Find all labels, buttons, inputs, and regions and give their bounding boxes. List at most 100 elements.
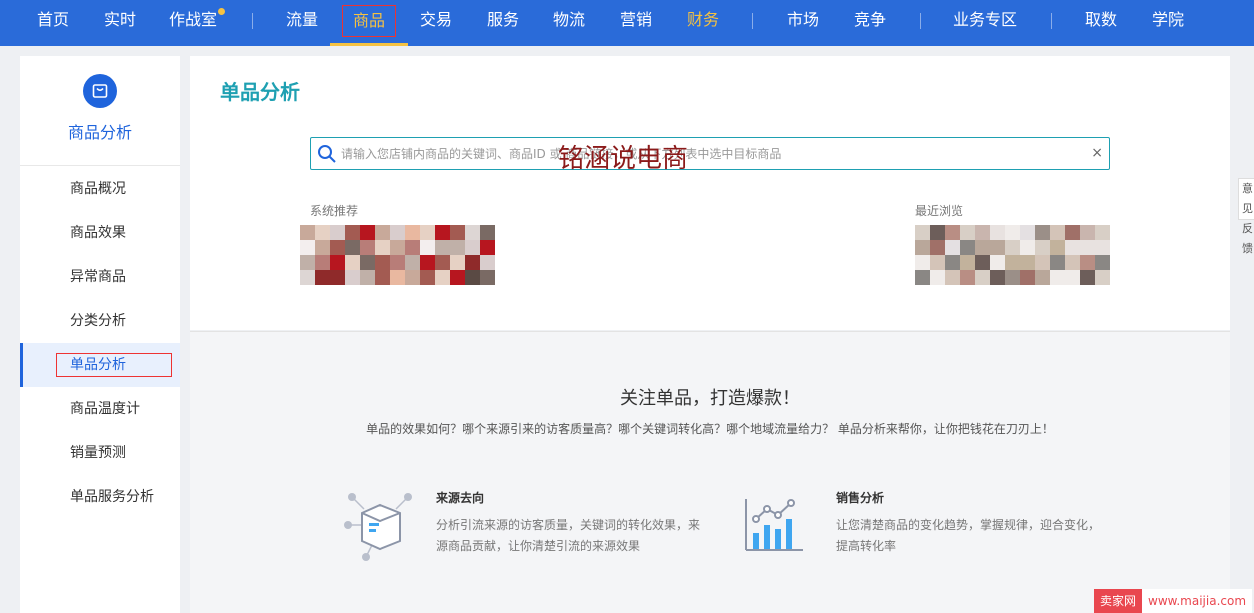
thumbnail-pixel [300, 225, 315, 240]
nav-business-zone[interactable]: 业务专区 [953, 0, 1017, 46]
sidebar-item-product-thermometer[interactable]: 商品温度计 [20, 387, 180, 431]
thumbnail-pixel [300, 255, 315, 270]
thumbnail-pixel [1005, 270, 1020, 285]
thumbnail-pixel [1065, 255, 1080, 270]
nav-divider [252, 13, 253, 29]
thumbnail-pixel [1005, 225, 1020, 240]
thumbnail-pixel [435, 255, 450, 270]
thumbnail-pixel [480, 255, 495, 270]
nav-finance[interactable]: 财务 [687, 0, 719, 46]
sidebar-divider [20, 165, 180, 166]
sidebar-item-sales-forecast[interactable]: 销量预测 [20, 431, 180, 475]
thumbnail-pixel [405, 270, 420, 285]
promo-title: 关注单品，打造爆款！ [620, 388, 800, 409]
thumbnail-pixel [975, 240, 990, 255]
nav-logistics[interactable]: 物流 [553, 0, 585, 46]
search-input[interactable] [341, 138, 1081, 169]
feature-source: 来源去向 分析引流来源的访客质量，关键词的转化效果，来源商品贡献，让你清楚引流的… [436, 489, 706, 557]
feature-sales-desc: 让您清楚商品的变化趋势，掌握规律，迎合变化，提高转化率 [836, 518, 1101, 553]
thumbnail-pixel [915, 240, 930, 255]
thumbnail-pixel [315, 270, 330, 285]
sidebar-item-product-overview[interactable]: 商品概况 [20, 167, 180, 211]
nav-academy[interactable]: 学院 [1152, 0, 1184, 46]
thumbnail-pixel [420, 270, 435, 285]
thumbnail-pixel [375, 240, 390, 255]
nav-market[interactable]: 市场 [787, 0, 819, 46]
thumbnail-pixel [915, 255, 930, 270]
thumbnail-pixel [930, 270, 945, 285]
thumbnail-pixel [1035, 225, 1050, 240]
nav-divider [1051, 13, 1052, 29]
sidebar-item-product-effect[interactable]: 商品效果 [20, 211, 180, 255]
nav-realtime[interactable]: 实时 [104, 0, 136, 46]
nav-products[interactable]: 商品 [329, 0, 409, 46]
sidebar-item-single-product-analysis[interactable]: 单品分析 [20, 343, 180, 387]
nav-war-room[interactable]: 作战室 [168, 0, 226, 46]
thumbnail-pixel [945, 225, 960, 240]
promo-subtitle: 单品的效果如何？哪个来源引来的访客质量高？哪个关键词转化高？哪个地域流量给力？ … [366, 422, 1054, 436]
thumbnail-pixel [930, 225, 945, 240]
nav-marketing[interactable]: 营销 [620, 0, 652, 46]
thumbnail-pixel [1080, 270, 1095, 285]
nav-home[interactable]: 首页 [37, 0, 69, 46]
thumbnail-pixel [1020, 270, 1035, 285]
corner-watermark: 卖家网 www.maijia.com [1094, 589, 1253, 613]
thumbnail-pixel [990, 255, 1005, 270]
nav-competition[interactable]: 竞争 [854, 0, 886, 46]
thumbnail-pixel [405, 240, 420, 255]
thumbnail-pixel [1065, 225, 1080, 240]
main-panel: 单品分析 × 铭涵说电商 系统推荐 最近浏览 [190, 56, 1230, 330]
thumbnail-pixel [480, 240, 495, 255]
thumbnail-pixel [330, 240, 345, 255]
thumbnail-pixel [465, 255, 480, 270]
thumbnail-pixel [1035, 255, 1050, 270]
notification-dot-icon [218, 8, 226, 15]
thumbnail-pixel [1005, 255, 1020, 270]
nav-trade[interactable]: 交易 [420, 0, 452, 46]
thumbnail-pixel [1095, 225, 1110, 240]
sidebar: 商品分析 商品概况 商品效果 异常商品 分类分析 单品分析 商品温度计 销量预测… [20, 56, 180, 613]
thumbnail-pixel [1005, 240, 1020, 255]
feature-sales: 销售分析 让您清楚商品的变化趋势，掌握规律，迎合变化，提高转化率 [836, 489, 1106, 557]
recommended-product-thumbnail[interactable] [300, 225, 495, 285]
thumbnail-pixel [315, 255, 330, 270]
thumbnail-pixel [1080, 225, 1095, 240]
feature-source-title: 来源去向 [436, 491, 485, 505]
nav-data-fetch[interactable]: 取数 [1085, 0, 1117, 46]
clear-icon[interactable]: × [1091, 145, 1103, 161]
thumbnail-pixel [1095, 240, 1110, 255]
thumbnail-pixel [345, 225, 360, 240]
top-nav: 首页 实时 作战室 流量 商品 交易 服务 物流 营销 财务 市场 竞争 业务专… [0, 0, 1254, 46]
nav-war-room-label: 作战室 [168, 10, 218, 29]
thumbnail-pixel [465, 225, 480, 240]
thumbnail-pixel [345, 240, 360, 255]
sidebar-item-category-analysis[interactable]: 分类分析 [20, 299, 180, 343]
thumbnail-pixel [960, 270, 975, 285]
thumbnail-pixel [945, 270, 960, 285]
thumbnail-pixel [330, 255, 345, 270]
thumbnail-pixel [450, 240, 465, 255]
nav-service[interactable]: 服务 [487, 0, 519, 46]
recent-product-thumbnail[interactable] [915, 225, 1110, 285]
thumbnail-pixel [345, 255, 360, 270]
sidebar-item-label: 单品分析 [56, 353, 172, 377]
thumbnail-pixel [300, 270, 315, 285]
watermark-text: 铭涵说电商 [558, 144, 689, 174]
nav-traffic[interactable]: 流量 [286, 0, 318, 46]
search-box[interactable]: × [310, 137, 1110, 170]
thumbnail-pixel [1035, 270, 1050, 285]
sidebar-item-single-service-analysis[interactable]: 单品服务分析 [20, 475, 180, 519]
thumbnail-pixel [1020, 225, 1035, 240]
thumbnail-pixel [315, 225, 330, 240]
thumbnail-pixel [990, 270, 1005, 285]
search-icon [318, 145, 336, 163]
feedback-tab[interactable]: 意见反馈 [1238, 178, 1254, 255]
thumbnail-pixel [990, 240, 1005, 255]
source-box-icon [344, 493, 412, 561]
sales-chart-icon [745, 499, 803, 551]
thumbnail-pixel [1095, 255, 1110, 270]
thumbnail-pixel [390, 240, 405, 255]
thumbnail-pixel [345, 270, 360, 285]
sidebar-item-abnormal-products[interactable]: 异常商品 [20, 255, 180, 299]
thumbnail-pixel [435, 240, 450, 255]
